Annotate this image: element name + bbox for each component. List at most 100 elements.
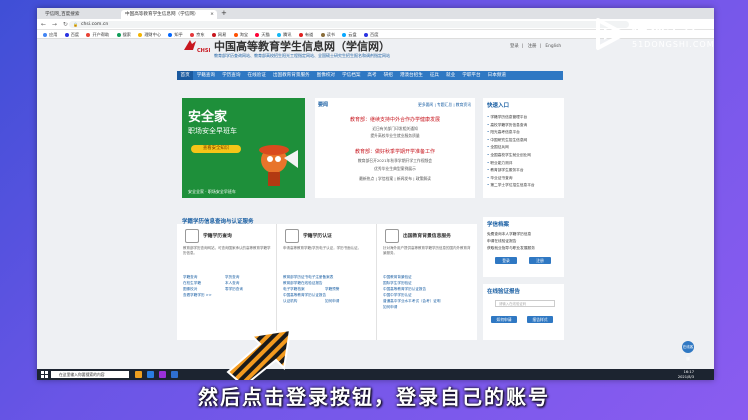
news-item[interactable]: 最新热点 | 学信档案 | 新闻发布 | 政策解读 xyxy=(315,176,475,182)
taskbar: 在这里输入你要搜索的内容 16:17 2021/8/3 xyxy=(37,369,714,380)
video-frame: 学信网_百度搜索 中国高等教育学生信息网（学信网） × + ← → ↻ 🔒 chs… xyxy=(0,0,748,420)
bookmark-item[interactable]: 天猫 xyxy=(255,32,270,37)
bookmark-item[interactable]: 腾讯 xyxy=(277,32,291,37)
address-bar[interactable]: 🔒 chsi.com.cn xyxy=(69,21,629,28)
quick-entry-item[interactable]: 教育部学生服务平台 xyxy=(487,167,535,175)
clock-date: 2021/8/3 xyxy=(677,374,694,379)
news-panel: 要闻 更多要闻 | 专题汇总 | 教育资讯 教育部：继续支持中外合作办学健康发展… xyxy=(315,98,475,198)
quick-entry-item[interactable]: 阳光高考信息平台 xyxy=(487,129,535,137)
card-more-link[interactable]: 查看学籍学历 >> xyxy=(183,292,271,298)
bookmark-item[interactable]: 淘宝 xyxy=(233,32,248,37)
news-item[interactable]: 优秀毕业生典型案例展示 xyxy=(315,166,475,172)
verify-panel: 在线验证报告 请输入在线验证码 如何申请 报告样式 xyxy=(483,284,564,340)
nav-item[interactable]: 就业 xyxy=(443,71,459,80)
register-link[interactable]: 注册 xyxy=(528,44,537,49)
nav-item[interactable]: 出国教育背景服务 xyxy=(269,71,313,80)
english-link[interactable]: English xyxy=(545,44,561,49)
news-heading: 要闻 xyxy=(318,102,329,108)
nav-item[interactable]: 学籍查询 xyxy=(193,71,218,80)
premiere-icon[interactable] xyxy=(159,371,166,378)
bookmark-item[interactable]: 读书 xyxy=(320,32,335,37)
system-clock[interactable]: 16:17 2021/8/3 xyxy=(678,370,694,379)
news-headline[interactable]: 教育部：做好秋季学期开学准备工作 xyxy=(315,148,475,155)
bookmark-item[interactable]: 百度 xyxy=(364,32,378,37)
nav-item[interactable]: 日本频道 xyxy=(484,71,509,80)
watermark: 懂视生活 51DONGSHI.COM xyxy=(592,16,742,56)
login-link[interactable]: 登录 xyxy=(510,44,519,49)
nav-item[interactable]: 图像校对 xyxy=(313,71,338,80)
bookmark-item[interactable]: 搜索 xyxy=(116,32,131,37)
nav-item[interactable]: 港澳台招生 xyxy=(396,71,426,80)
play-logo-icon xyxy=(596,18,626,50)
bookmark-item[interactable]: 知乎 xyxy=(168,32,183,37)
taskbar-search-input[interactable]: 在这里输入你要搜索的内容 xyxy=(51,371,129,378)
bookmark-item[interactable]: 有道 xyxy=(298,32,313,37)
bookmark-item[interactable]: 网易 xyxy=(211,32,226,37)
ad-button[interactable]: 查看安全知识 xyxy=(191,145,241,153)
quick-entry-item[interactable]: 第二学士学位招生信息平台 xyxy=(487,182,534,190)
quick-entry-item[interactable]: 全国高校学生就业创业网 xyxy=(487,152,535,160)
customer-service-button[interactable]: 在线客服 xyxy=(682,341,694,361)
nav-item[interactable]: 学信档案 xyxy=(339,71,364,80)
card-links: 学籍查询 学历查询 在校生学籍 本人查询 图像校对 零学历查询 查看学籍学历 >> xyxy=(183,274,273,298)
ad-banner[interactable]: 安全家 职场安全早班车 查看安全知识 安全全家 · 职场安全早班车 xyxy=(182,98,305,198)
archive-panel: 学信档案 免费查询本人学籍学历信息 申请在线验证报告 获取就业指导与职业发展服务… xyxy=(483,217,564,277)
quick-entry-item[interactable]: 中国研究生招生信息网 xyxy=(487,137,535,145)
news-links[interactable]: 更多要闻 | 专题汇总 | 教育资讯 xyxy=(418,102,471,108)
windows-start-icon[interactable] xyxy=(41,371,48,378)
bookmark-item[interactable]: 京东 xyxy=(190,32,205,37)
nav-item[interactable]: 高考 xyxy=(364,71,380,80)
file-explorer-icon[interactable] xyxy=(135,371,142,378)
close-icon[interactable]: × xyxy=(210,10,214,19)
nav-buttons[interactable]: ← → ↻ xyxy=(41,21,70,28)
news-item[interactable]: 提升高校毕业生就业服务质量 xyxy=(315,133,475,139)
card-more-link[interactable]: 如何申请 xyxy=(325,298,367,304)
login-button[interactable]: 登录 xyxy=(495,257,517,264)
news-item[interactable]: 近日有关部门印发相关通知 xyxy=(315,126,475,132)
quick-entry-item[interactable]: 高校学籍学历信息查询 xyxy=(487,122,535,130)
report-style-button[interactable]: 报告样式 xyxy=(527,316,553,323)
bookmark-item[interactable]: 应用 xyxy=(43,32,57,37)
quick-entry-item[interactable]: 职业能力测评 xyxy=(487,160,535,168)
verify-code-input[interactable]: 请输入在线验证码 xyxy=(495,300,555,307)
nav-item[interactable]: 研招 xyxy=(380,71,396,80)
bookmark-item[interactable]: 百度 xyxy=(64,32,79,37)
card-desc: 教育部学历查询网站，可查询国家承认的高等教育学籍学历信息。 xyxy=(183,246,271,255)
quick-entry-item[interactable]: 毕业证书查询 xyxy=(487,175,535,183)
nav-item[interactable]: 学历查询 xyxy=(219,71,244,80)
card-link[interactable]: 如何申请 xyxy=(383,304,471,310)
service-card: 学籍学历查询 教育部学历查询网站，可查询国家承认的高等教育学籍学历信息。 学籍查… xyxy=(177,224,277,340)
card-link[interactable]: 认证机构 xyxy=(283,298,325,304)
quick-entry-panel: 快速入口 学籍学历信息管理平台 高校学籍学历信息查询 阳光高考信息平台 中国研究… xyxy=(483,98,564,198)
new-tab-button[interactable]: + xyxy=(221,9,227,17)
card-desc: 申请高等教育学籍/学历电子认证，学历书面认证。 xyxy=(283,246,362,250)
register-button[interactable]: 注册 xyxy=(529,257,551,264)
tab-baidu-search[interactable]: 学信网_百度搜索 xyxy=(41,10,81,19)
browser-window: 学信网_百度搜索 中国高等教育学生信息网（学信网） × + ← → ↻ 🔒 chs… xyxy=(37,8,714,380)
card-title: 学籍学历认证 xyxy=(303,234,332,239)
news-item[interactable]: 教育部召开2021年秋季学期开学工作视频会 xyxy=(315,158,475,164)
bookmark-item[interactable]: 云盘 xyxy=(342,32,357,37)
card-links: 中国教育背景验证 国际学生学历验证 中国高等教育学历认证报告 中国中学学历认证 … xyxy=(383,274,473,310)
tab-chsi[interactable]: 中国高等教育学生信息网（学信网） × xyxy=(121,10,217,19)
url-text: chsi.com.cn xyxy=(81,22,109,27)
bookmark-item[interactable]: 开户帮助 xyxy=(86,32,109,37)
lock-icon: 🔒 xyxy=(73,22,78,27)
quick-entry-item[interactable]: 全国征兵网 xyxy=(487,144,535,152)
quick-entry-item[interactable]: 学籍学历信息管理平台 xyxy=(487,114,535,122)
archive-line: 免费查询本人学籍学历信息 xyxy=(487,232,532,236)
browser-icon[interactable] xyxy=(147,371,154,378)
archive-line: 获取就业指导与职业发展服务 xyxy=(487,246,535,250)
bookmark-item[interactable]: 理财中心 xyxy=(138,32,161,37)
card-title: 学籍学历查询 xyxy=(203,234,232,239)
nav-item[interactable]: 学职平台 xyxy=(459,71,484,80)
nav-item[interactable]: 首页 xyxy=(177,71,194,80)
word-icon[interactable] xyxy=(171,371,178,378)
news-headline[interactable]: 教育部：继续支持中外合作办学健康发展 xyxy=(315,116,475,123)
nav-item[interactable]: 在线验证 xyxy=(244,71,269,80)
nav-item[interactable]: 征兵 xyxy=(426,71,442,80)
archive-line: 申请在线验证报告 xyxy=(487,239,517,243)
how-to-apply-button[interactable]: 如何申请 xyxy=(491,316,517,323)
video-subtitle: 然后点击登录按钮，登录自己的账号 xyxy=(198,385,550,409)
certificate-icon xyxy=(285,229,299,243)
